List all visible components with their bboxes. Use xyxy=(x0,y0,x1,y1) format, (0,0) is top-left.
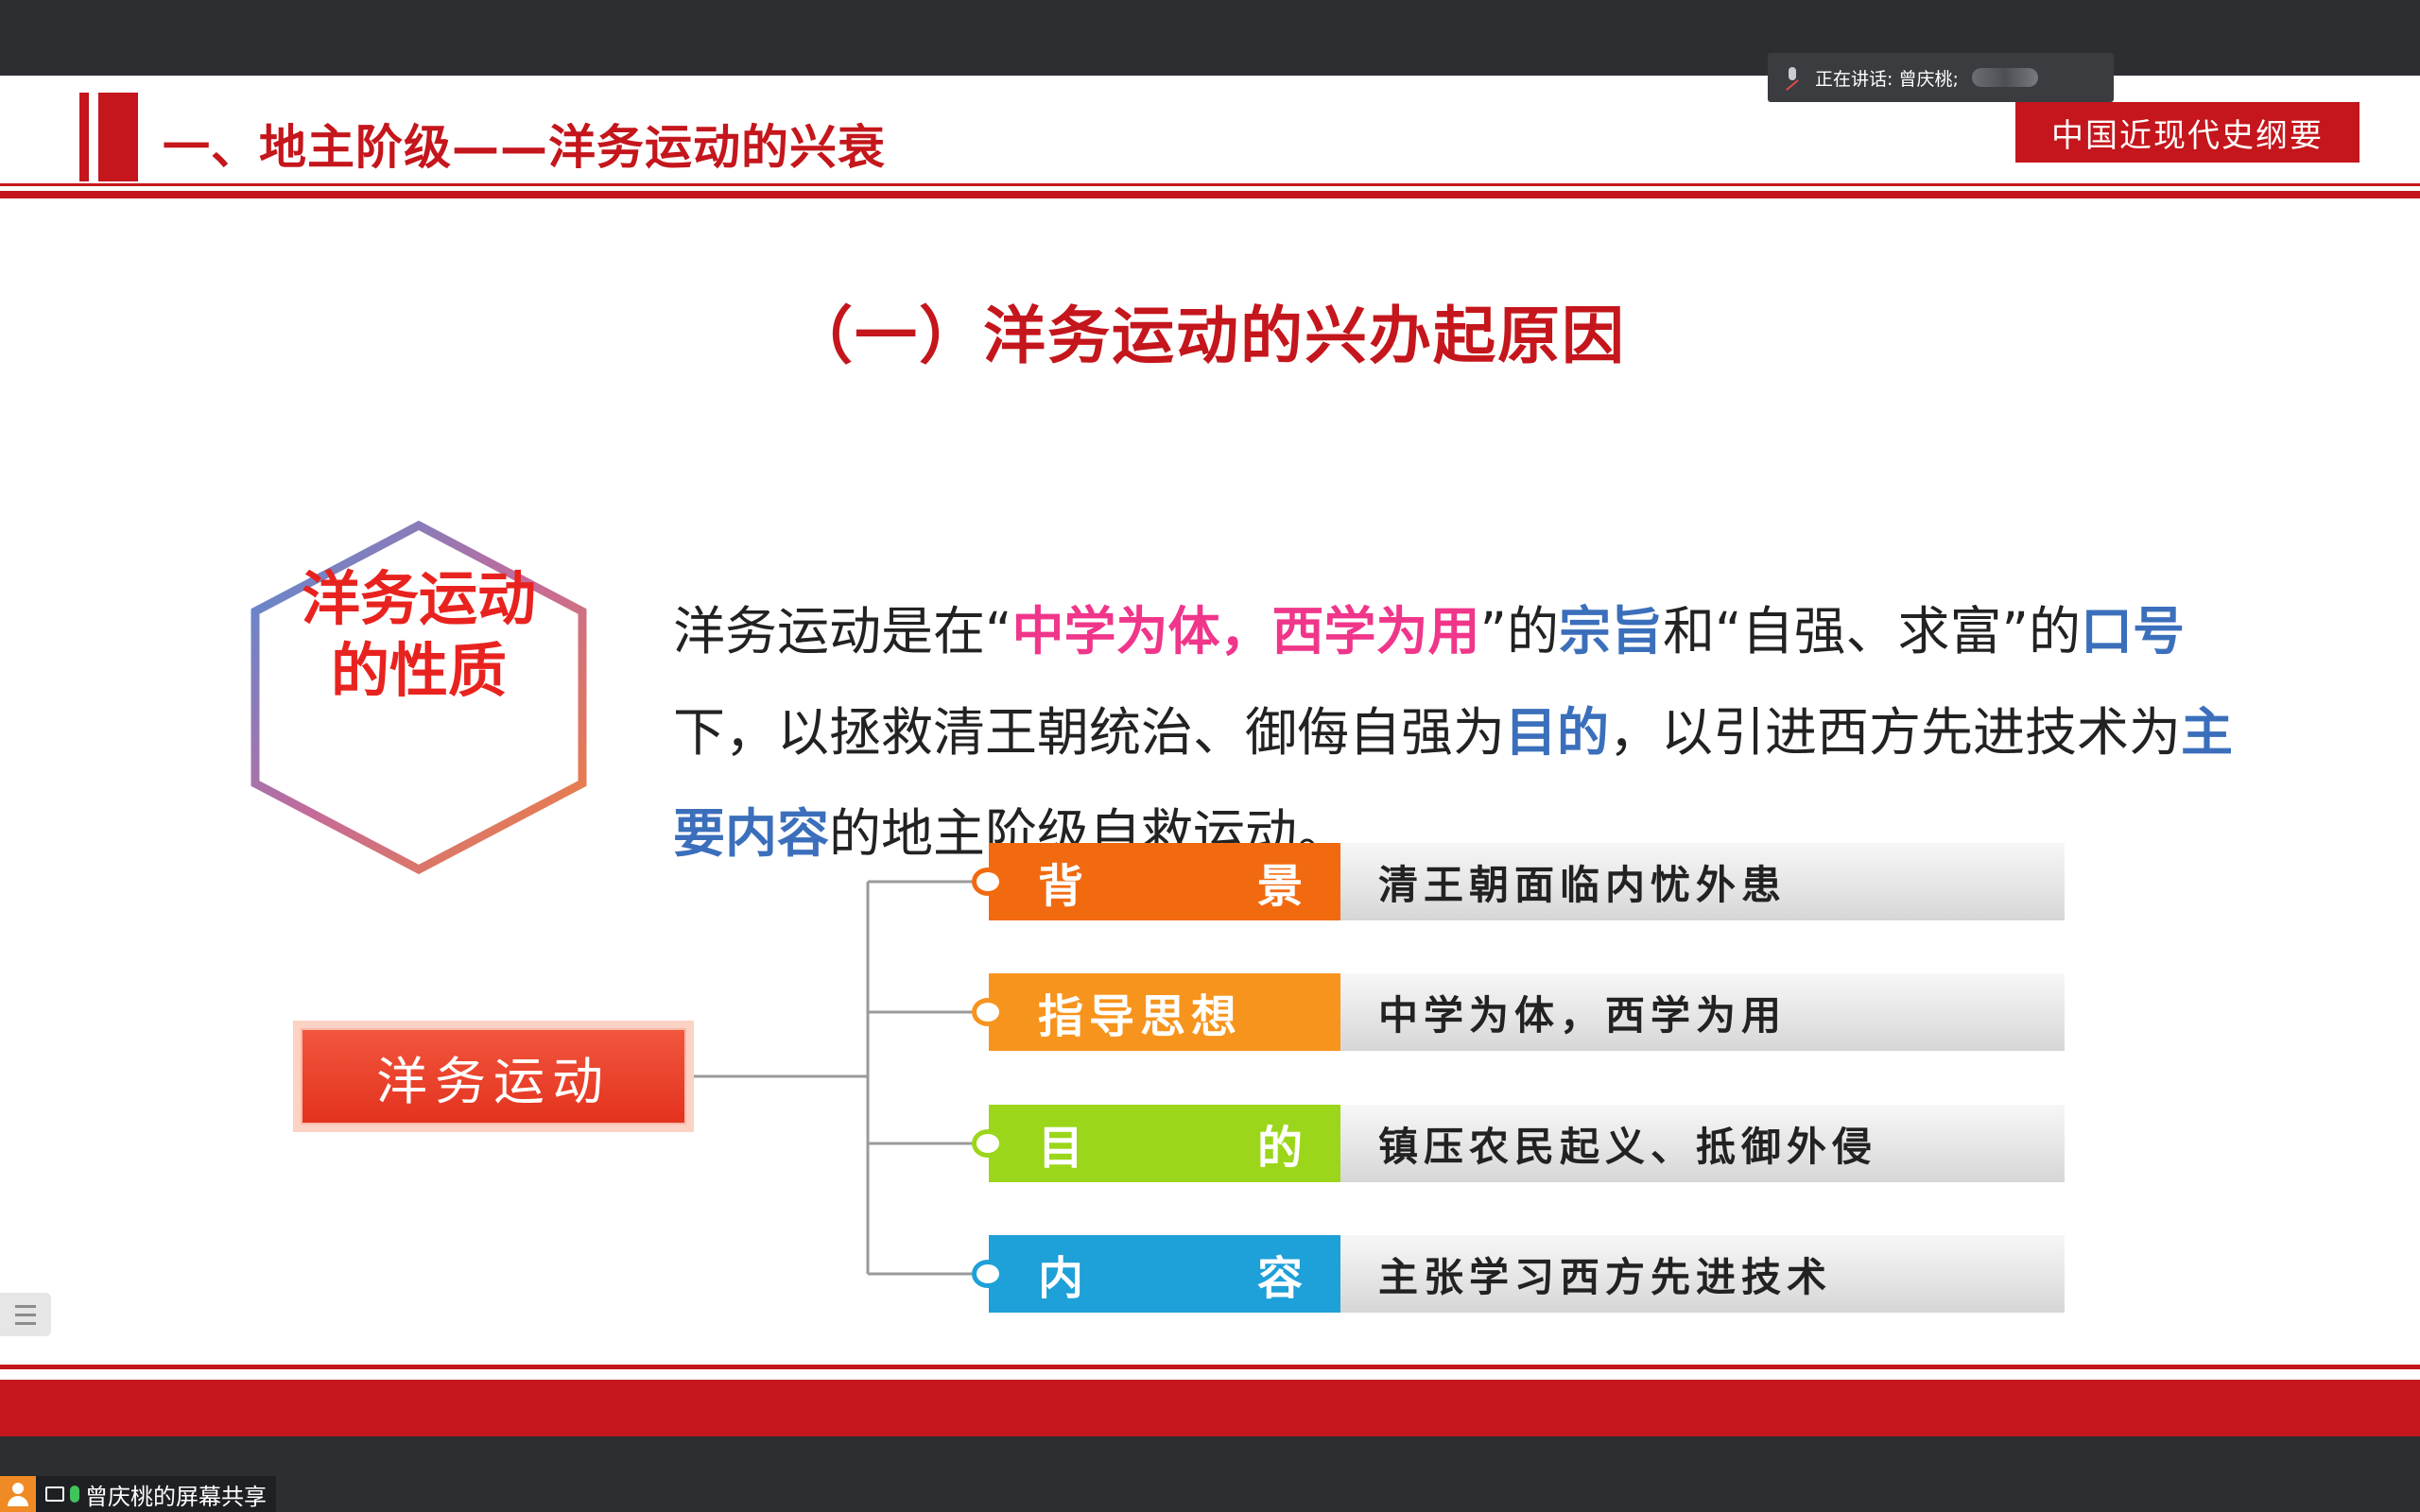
connector-knob xyxy=(972,868,1004,896)
paragraph-highlight: 口号 xyxy=(2081,601,2186,662)
meeting-bottom-bar xyxy=(0,1436,2420,1512)
connector-knob xyxy=(972,1260,1004,1288)
branch-label: 背景 xyxy=(989,843,1340,920)
slide-list-toggle-button[interactable] xyxy=(0,1293,51,1336)
header-rule-thin xyxy=(0,183,2420,186)
screen-share-label: 曾庆桃的屏幕共享 xyxy=(0,1476,276,1512)
branch-label: 目的 xyxy=(989,1105,1340,1182)
mindmap-branch: 目的镇压农民起义、抵御外侵 xyxy=(972,1105,2065,1182)
mindmap-root: 洋务运动 xyxy=(293,1021,694,1132)
footer-rule-thin xyxy=(0,1365,2420,1369)
branch-value: 镇压农民起义、抵御外侵 xyxy=(1340,1105,2065,1182)
branch-value: 中学为体，西学为用 xyxy=(1340,973,2065,1051)
mindmap-branch: 指导思想 中学为体，西学为用 xyxy=(972,973,2065,1051)
course-badge: 中国近现代史纲要 xyxy=(2015,102,2360,163)
active-speaker-indicator: 正在讲话: 曾庆桃; xyxy=(1768,53,2114,102)
user-icon xyxy=(0,1476,36,1512)
mindmap-branch: 背景清王朝面临内忧外患 xyxy=(972,843,2065,920)
mic-icon xyxy=(70,1486,79,1503)
header-rule-thick xyxy=(0,191,2420,198)
screen-share-icon xyxy=(45,1486,64,1502)
paragraph-text: 洋务运动是在“ xyxy=(673,601,1012,662)
branch-value: 清王朝面临内忧外患 xyxy=(1340,843,2065,920)
paragraph-text: 下，以拯救清王朝统治、御侮自强为 xyxy=(673,702,1506,763)
speaker-text: 正在讲话: 曾庆桃; xyxy=(1815,68,1959,90)
connector-knob xyxy=(972,1129,1004,1158)
mindmap-branch: 内容主张学习西方先进技术 xyxy=(972,1235,2065,1313)
branch-value: 主张学习西方先进技术 xyxy=(1340,1235,2065,1313)
footer-bar xyxy=(0,1380,2420,1436)
paragraph-highlight: 目的 xyxy=(1505,702,1610,763)
shared-slide: 一、地主阶级——洋务运动的兴衰 中国近现代史纲要 （一）洋务运动的兴办起原因 洋… xyxy=(0,76,2420,1436)
muted-mic-icon xyxy=(1783,67,1802,88)
slide-subtitle: （一）洋务运动的兴办起原因 xyxy=(790,300,1626,372)
share-label-text: 曾庆桃的屏幕共享 xyxy=(85,1483,267,1510)
branch-label: 内容 xyxy=(989,1235,1340,1313)
paragraph-highlight: 宗旨 xyxy=(1559,601,1664,662)
connector-knob xyxy=(972,998,1004,1026)
paragraph-highlight: 中学为体，西学为用 xyxy=(1011,601,1480,662)
nature-paragraph: 洋务运动是在“中学为体，西学为用”的宗旨和“自强、求富”的口号下，以拯救清王朝统… xyxy=(673,581,2242,885)
paragraph-text: 和“自强、求富”的 xyxy=(1663,601,2082,662)
paragraph-text: ，以引进西方先进技术为 xyxy=(1609,702,2182,763)
hexagon-label: 洋务运动 的性质 xyxy=(301,564,536,705)
branch-label: 指导思想 xyxy=(989,973,1340,1051)
section-title: 一、地主阶级——洋务运动的兴衰 xyxy=(163,120,886,175)
speaker-avatar-blur xyxy=(1971,68,2038,87)
paragraph-text: ”的 xyxy=(1479,601,1560,662)
